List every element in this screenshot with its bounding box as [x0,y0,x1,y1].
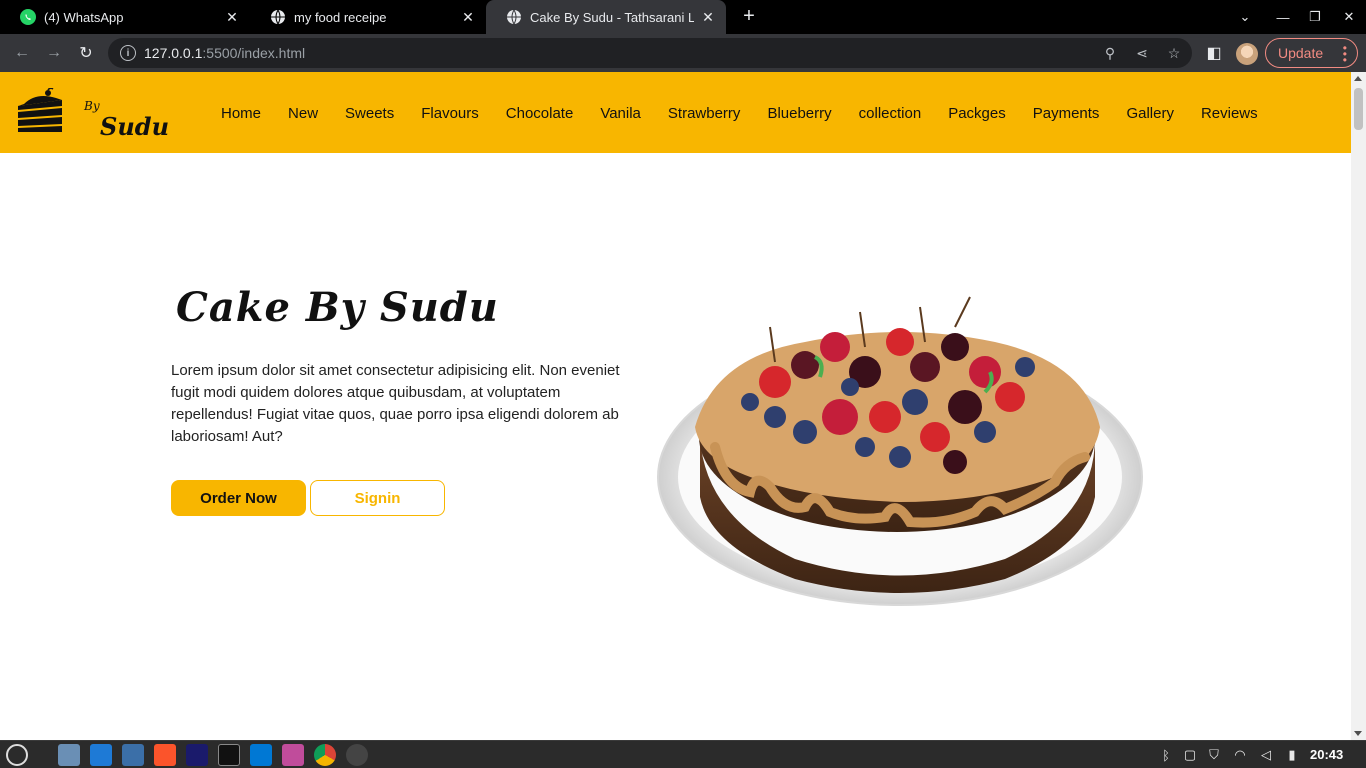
nav-reviews[interactable]: Reviews [1201,105,1258,122]
nav-blueberry[interactable]: Blueberry [767,105,831,122]
close-icon[interactable]: ✕ [224,9,240,26]
reload-icon[interactable]: ↻ [72,39,100,67]
share-icon[interactable]: ⋖ [1134,45,1150,61]
kebab-menu-icon[interactable]: • • • [1343,42,1347,66]
chrome-icon[interactable] [314,744,336,766]
os-taskbar: ᛒ ▢ ⛉ ◠ ◁ ▮ 20:43 [0,740,1366,768]
settings-app-icon[interactable] [90,744,112,766]
url-text: 127.0.0.1:5500/index.html [144,45,306,61]
whatsapp-icon [20,9,36,25]
scrollbar-thumb[interactable] [1354,88,1363,130]
shield-icon[interactable]: ⛉ [1206,747,1222,763]
page-scrollbar[interactable] [1351,72,1366,740]
tab-food-receipe[interactable]: my food receipe ✕ [250,0,486,34]
hero-description: Lorem ipsum dolor sit amet consectetur a… [171,362,620,445]
media-app-icon[interactable] [122,744,144,766]
nav-sweets[interactable]: Sweets [345,105,394,122]
tab-title: (4) WhatsApp [44,9,124,25]
forward-arrow-icon[interactable]: → [40,39,68,67]
files-app-icon[interactable] [58,744,80,766]
back-arrow-icon[interactable]: ← [8,39,36,67]
info-icon[interactable]: i [120,45,136,61]
folder-icon[interactable] [282,744,304,766]
nav-payments[interactable]: Payments [1033,105,1100,122]
nav-flavours[interactable]: Flavours [421,105,479,122]
intellij-icon[interactable] [186,744,208,766]
tab-cake-by-sudu[interactable]: Cake By Sudu - Tathsarani Liya ✕ [486,0,726,34]
close-icon[interactable]: ✕ [700,9,716,26]
cake-slice-icon [18,87,62,132]
main-nav: Home New Sweets Flavours Chocolate Vanil… [221,105,1285,122]
vscode-icon[interactable] [250,744,272,766]
clipboard-icon[interactable]: ▢ [1182,747,1198,763]
close-window-icon[interactable]: ✕ [1333,0,1365,34]
globe-icon [270,9,286,25]
volume-icon[interactable]: ◁ [1258,747,1274,763]
nav-new[interactable]: New [288,105,318,122]
address-bar[interactable]: i 127.0.0.1:5500/index.html ⚲ ⋖ ☆ [108,38,1192,68]
update-button[interactable]: Update • • • [1265,38,1358,68]
clock[interactable]: 20:43 [1310,747,1343,762]
logo-by-text: By [84,99,100,113]
nav-chocolate[interactable]: Chocolate [506,105,574,122]
hero-title: Cake By Sudu [176,284,499,331]
browser-tab-strip: (4) WhatsApp ✕ my food receipe ✕ Cake By… [0,0,1366,34]
nav-collection[interactable]: collection [859,105,922,122]
nav-packges[interactable]: Packges [948,105,1006,122]
cake-image [657,296,1143,606]
order-now-button[interactable]: Order Now [171,480,306,516]
avatar[interactable] [1236,43,1258,65]
minimize-icon[interactable]: — [1267,0,1299,34]
nav-strawberry[interactable]: Strawberry [668,105,741,122]
tab-title: my food receipe [294,9,387,25]
page-viewport: By Sudu Home New Sweets Flavours Chocola… [0,72,1351,740]
nav-vanila[interactable]: Vanila [600,105,641,122]
site-logo[interactable]: By Sudu [16,87,169,141]
signin-button[interactable]: Signin [310,480,445,516]
restore-icon[interactable]: ❐ [1299,0,1331,34]
nav-gallery[interactable]: Gallery [1126,105,1174,122]
scroll-up-arrow-icon[interactable] [1354,76,1362,81]
tab-search-chevron-icon[interactable]: ⌄ [1229,0,1261,34]
browser-toolbar: ← → ↻ i 127.0.0.1:5500/index.html ⚲ ⋖ ☆ … [0,34,1366,72]
site-header: By Sudu Home New Sweets Flavours Chocola… [0,72,1351,153]
obs-icon[interactable] [346,744,368,766]
mint-menu-icon[interactable] [6,744,28,766]
tab-whatsapp[interactable]: (4) WhatsApp ✕ [0,0,250,34]
wifi-icon[interactable]: ◠ [1232,747,1248,763]
bluetooth-icon[interactable]: ᛒ [1158,747,1174,763]
brave-browser-icon[interactable] [154,744,176,766]
scroll-down-arrow-icon[interactable] [1354,731,1362,736]
close-icon[interactable]: ✕ [460,9,476,26]
side-panel-icon[interactable]: ◧ [1200,39,1228,67]
globe-icon [506,9,522,25]
battery-icon[interactable]: ▮ [1284,747,1300,763]
nav-home[interactable]: Home [221,105,261,122]
tab-title: Cake By Sudu - Tathsarani Liya [530,9,694,25]
logo-name-text: Sudu [100,112,170,141]
terminal-icon[interactable] [218,744,240,766]
zoom-icon[interactable]: ⚲ [1102,45,1118,61]
bookmark-star-icon[interactable]: ☆ [1166,45,1182,61]
new-tab-plus-icon[interactable]: + [738,5,760,27]
